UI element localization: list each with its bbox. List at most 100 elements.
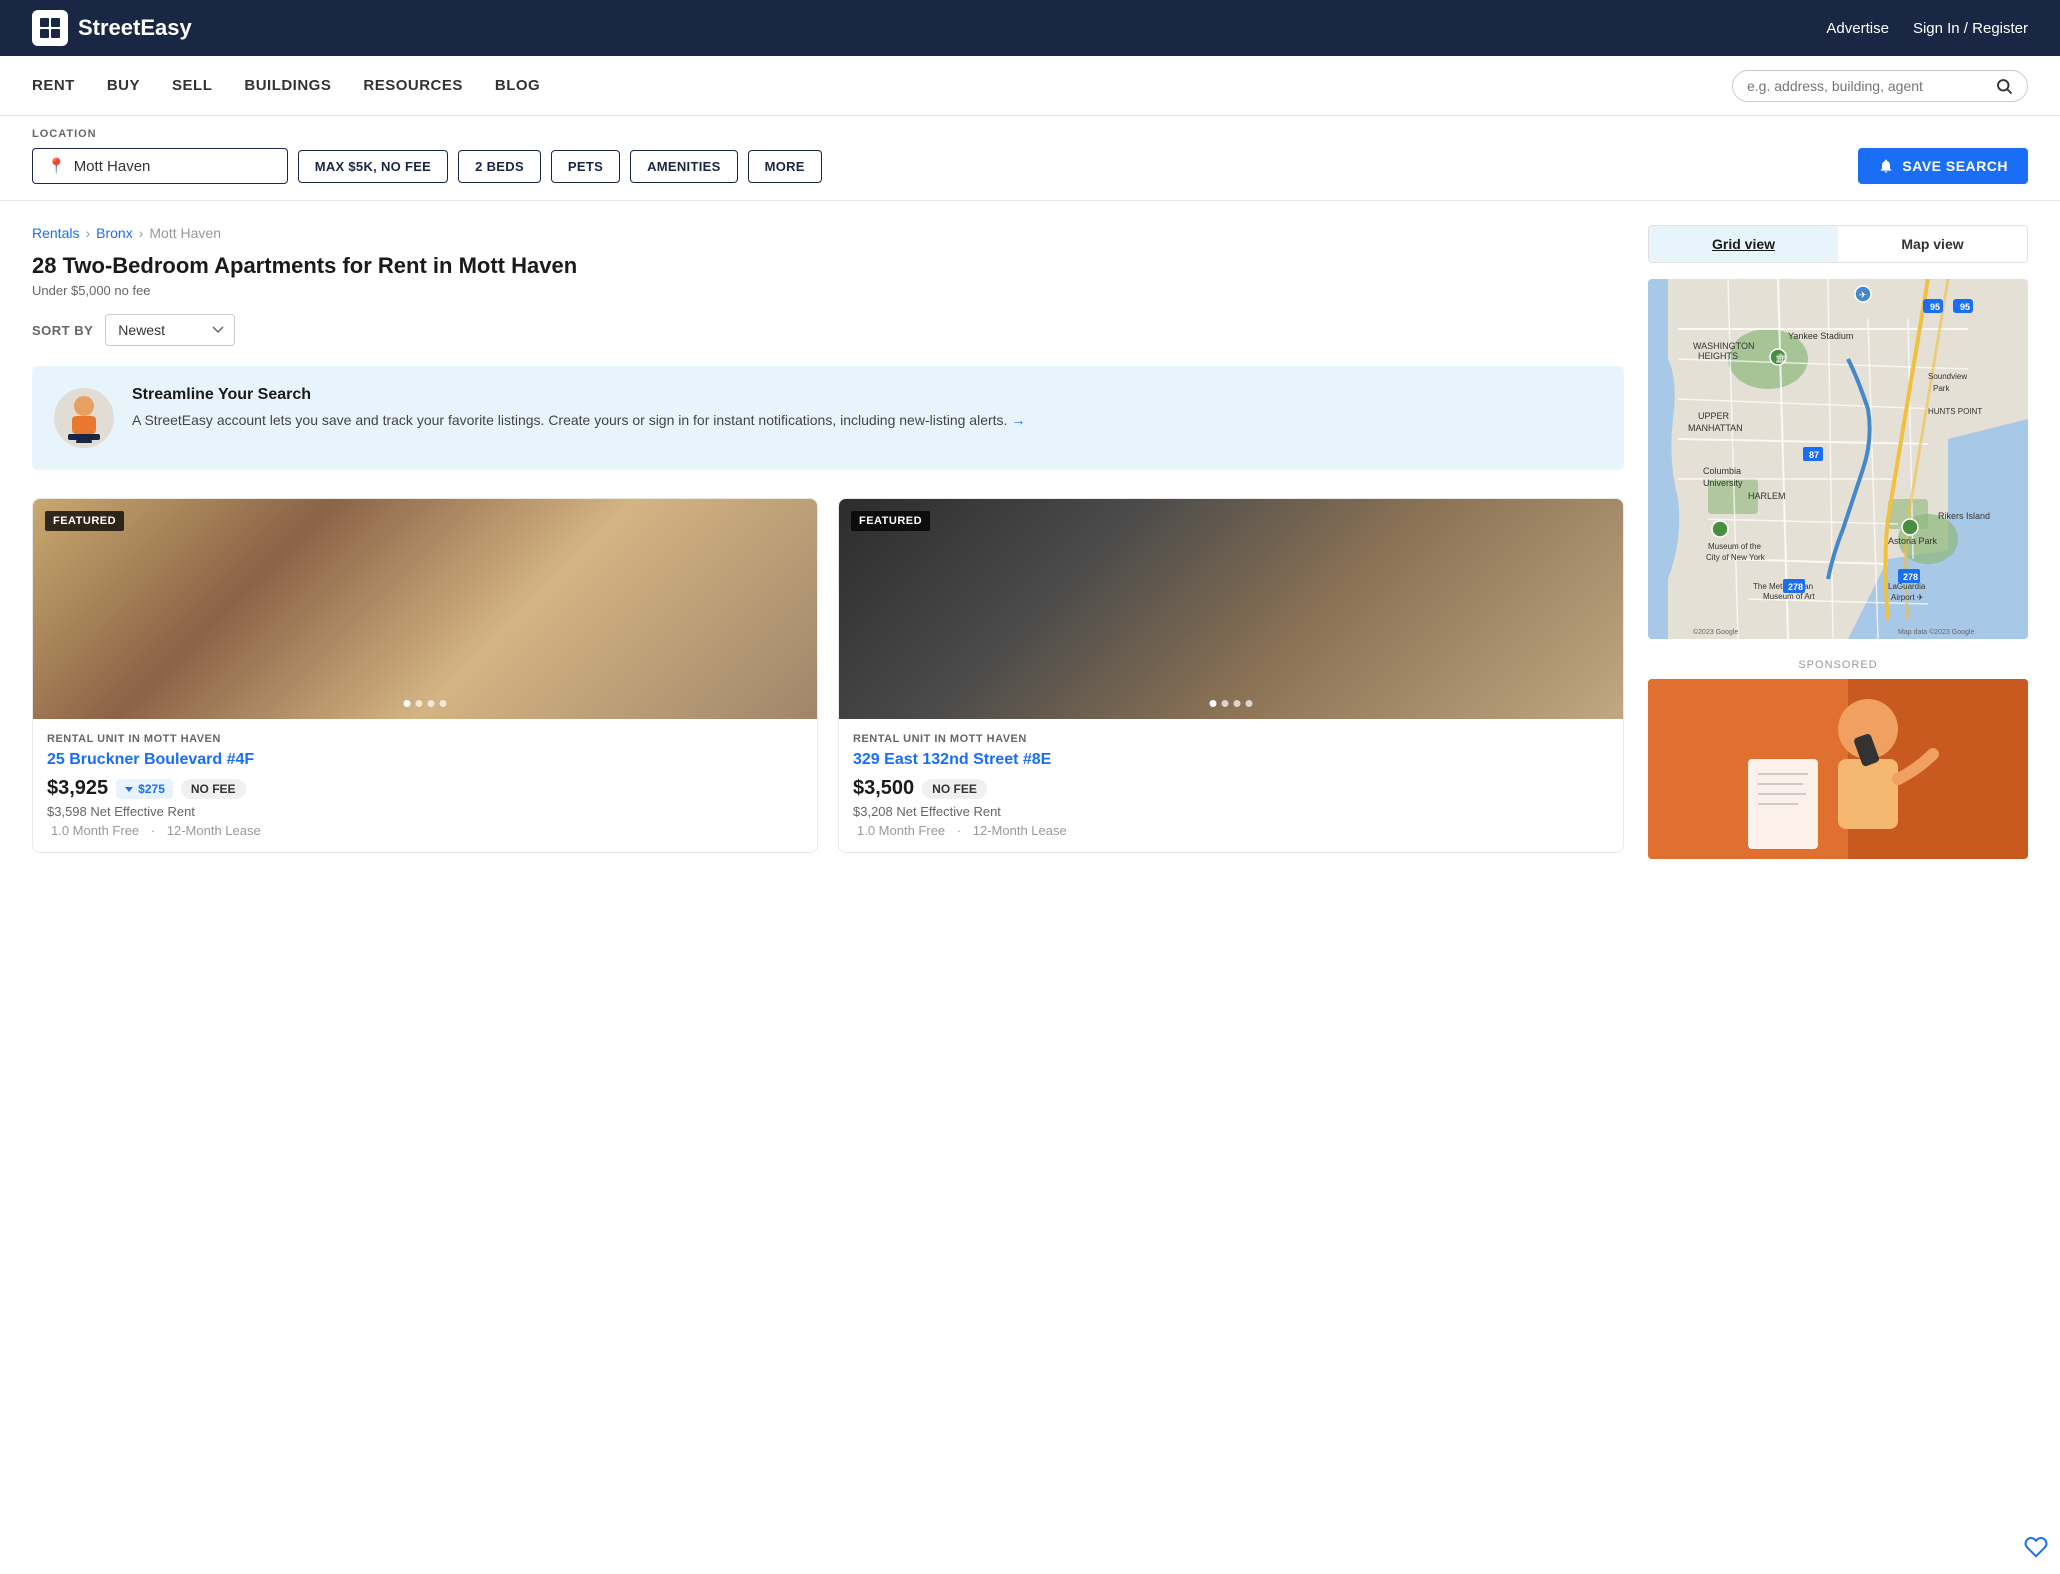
breadcrumb-mott-haven: Mott Haven bbox=[149, 225, 221, 241]
right-column: Grid view Map view bbox=[1648, 225, 2028, 859]
svg-text:Astoria Park: Astoria Park bbox=[1888, 536, 1938, 546]
lease-info-1: 1.0 Month Free · 12-Month Lease bbox=[47, 823, 803, 838]
logo-icon bbox=[32, 10, 68, 46]
svg-text:Soundview: Soundview bbox=[1928, 372, 1967, 381]
svg-text:95: 95 bbox=[1960, 302, 1970, 312]
dot bbox=[1210, 700, 1217, 707]
listing-price-row-1: $3,925 $275 NO FEE bbox=[47, 777, 803, 800]
location-input-container[interactable]: 📍 bbox=[32, 148, 288, 184]
dot bbox=[1234, 700, 1241, 707]
svg-text:Park: Park bbox=[1933, 384, 1950, 393]
svg-text:Rikers Island: Rikers Island bbox=[1938, 511, 1990, 521]
breadcrumb-rentals[interactable]: Rentals bbox=[32, 225, 79, 241]
global-search[interactable] bbox=[1732, 70, 2028, 102]
svg-text:HUNTS POINT: HUNTS POINT bbox=[1928, 407, 1982, 416]
breadcrumb: Rentals › Bronx › Mott Haven bbox=[32, 225, 1624, 241]
save-search-label: SAVE SEARCH bbox=[1902, 158, 2008, 174]
image-dots-2 bbox=[1210, 700, 1253, 707]
price-drop-amount-1: $275 bbox=[138, 782, 165, 796]
svg-text:Yankee Stadium: Yankee Stadium bbox=[1788, 331, 1853, 341]
save-search-button[interactable]: SAVE SEARCH bbox=[1858, 148, 2028, 184]
listing-address-1[interactable]: 25 Bruckner Boulevard #4F bbox=[47, 751, 803, 769]
top-header: StreetEasy Advertise Sign In / Register bbox=[0, 0, 2060, 56]
breadcrumb-sep-1: › bbox=[85, 225, 90, 241]
max-fee-filter-button[interactable]: MAX $5K, NO FEE bbox=[298, 150, 448, 183]
no-fee-badge-2: NO FEE bbox=[922, 779, 987, 799]
map-view-button[interactable]: Map view bbox=[1838, 226, 2027, 262]
svg-text:278: 278 bbox=[1903, 572, 1918, 582]
filter-row: 📍 MAX $5K, NO FEE 2 BEDS PETS AMENITIES … bbox=[32, 148, 2028, 184]
net-effective-1: $3,598 Net Effective Rent bbox=[47, 804, 803, 819]
map-svg: WASHINGTON HEIGHTS Yankee Stadium UPPER … bbox=[1648, 279, 2028, 639]
price-drop-badge-1: $275 bbox=[116, 779, 173, 799]
banner-title: Streamline Your Search bbox=[132, 386, 1025, 404]
image-dots-1 bbox=[404, 700, 447, 707]
featured-badge-1: FEATURED bbox=[45, 511, 124, 531]
breadcrumb-sep-2: › bbox=[139, 225, 144, 241]
sponsored-label: SPONSORED bbox=[1648, 659, 2028, 671]
sponsored-image bbox=[1648, 679, 2028, 859]
nav-buy[interactable]: BUY bbox=[107, 77, 140, 94]
listing-price-1: $3,925 bbox=[47, 777, 108, 800]
listings-grid: FEATURED RENTAL UNIT IN MOTT HAVEN 25 Br… bbox=[32, 498, 1624, 853]
breadcrumb-bronx[interactable]: Bronx bbox=[96, 225, 133, 241]
beds-filter-button[interactable]: 2 BEDS bbox=[458, 150, 541, 183]
listing-card-2: FEATURED RENTAL UNIT IN MOTT HAVEN 329 E… bbox=[838, 498, 1624, 853]
banner-cta-link[interactable]: → bbox=[1011, 412, 1025, 428]
banner-text: Streamline Your Search A StreetEasy acco… bbox=[132, 386, 1025, 431]
svg-text:UPPER: UPPER bbox=[1698, 411, 1730, 421]
svg-text:Columbia: Columbia bbox=[1703, 466, 1741, 476]
banner-description: A StreetEasy account lets you save and t… bbox=[132, 410, 1025, 431]
listing-image-2: FEATURED bbox=[839, 499, 1623, 719]
logo[interactable]: StreetEasy bbox=[32, 10, 192, 46]
svg-text:LaGuardia: LaGuardia bbox=[1888, 582, 1926, 591]
nav-sell[interactable]: SELL bbox=[172, 77, 212, 94]
header-nav-right: Advertise Sign In / Register bbox=[1826, 20, 2028, 37]
nav-resources[interactable]: RESOURCES bbox=[363, 77, 463, 94]
grid-view-button[interactable]: Grid view bbox=[1649, 226, 1838, 262]
listing-type-2: RENTAL UNIT IN MOTT HAVEN bbox=[853, 733, 1609, 745]
listing-type-1: RENTAL UNIT IN MOTT HAVEN bbox=[47, 733, 803, 745]
nav-blog[interactable]: BLOG bbox=[495, 77, 540, 94]
svg-text:95: 95 bbox=[1930, 302, 1940, 312]
left-column: Rentals › Bronx › Mott Haven 28 Two-Bedr… bbox=[32, 225, 1624, 859]
amenities-filter-button[interactable]: AMENITIES bbox=[630, 150, 737, 183]
location-pin-icon: 📍 bbox=[47, 157, 66, 175]
svg-text:Airport ✈: Airport ✈ bbox=[1891, 593, 1924, 602]
listing-body-2: RENTAL UNIT IN MOTT HAVEN 329 East 132nd… bbox=[839, 719, 1623, 852]
streamline-banner: Streamline Your Search A StreetEasy acco… bbox=[32, 366, 1624, 470]
search-icon bbox=[1995, 77, 2013, 95]
nav-bar: RENT BUY SELL BUILDINGS RESOURCES BLOG bbox=[0, 56, 2060, 116]
sort-by-label: SORT BY bbox=[32, 323, 93, 338]
location-field[interactable] bbox=[74, 158, 273, 175]
svg-text:Map data ©2023 Google: Map data ©2023 Google bbox=[1898, 628, 1974, 636]
pets-filter-button[interactable]: PETS bbox=[551, 150, 620, 183]
sort-select[interactable]: Newest Oldest Lowest Price Highest Price bbox=[105, 314, 235, 346]
svg-text:City of New York: City of New York bbox=[1706, 553, 1766, 562]
svg-text:87: 87 bbox=[1809, 450, 1819, 460]
more-filter-button[interactable]: MORE bbox=[748, 150, 822, 183]
search-input[interactable] bbox=[1747, 78, 1987, 94]
listing-price-2: $3,500 bbox=[853, 777, 914, 800]
nav-buildings[interactable]: BUILDINGS bbox=[244, 77, 331, 94]
dot bbox=[416, 700, 423, 707]
lease-info-2: 1.0 Month Free · 12-Month Lease bbox=[853, 823, 1609, 838]
advertise-link[interactable]: Advertise bbox=[1826, 20, 1889, 37]
listing-address-2[interactable]: 329 East 132nd Street #8E bbox=[853, 751, 1609, 769]
banner-illustration bbox=[52, 386, 116, 450]
signin-link[interactable]: Sign In / Register bbox=[1913, 20, 2028, 37]
main-content: Rentals › Bronx › Mott Haven 28 Two-Bedr… bbox=[0, 201, 2060, 883]
dot bbox=[404, 700, 411, 707]
dot bbox=[1222, 700, 1229, 707]
nav-rent[interactable]: RENT bbox=[32, 77, 75, 94]
listing-card-1: FEATURED RENTAL UNIT IN MOTT HAVEN 25 Br… bbox=[32, 498, 818, 853]
sort-row: SORT BY Newest Oldest Lowest Price Highe… bbox=[32, 314, 1624, 346]
search-subtitle: Under $5,000 no fee bbox=[32, 283, 1624, 298]
location-label: LOCATION bbox=[32, 128, 2028, 140]
map-container: WASHINGTON HEIGHTS Yankee Stadium UPPER … bbox=[1648, 279, 2028, 639]
down-arrow-icon bbox=[124, 784, 134, 794]
dot bbox=[440, 700, 447, 707]
listing-body-1: RENTAL UNIT IN MOTT HAVEN 25 Bruckner Bo… bbox=[33, 719, 817, 852]
svg-text:Museum of Art: Museum of Art bbox=[1763, 592, 1815, 601]
featured-badge-2: FEATURED bbox=[851, 511, 930, 531]
